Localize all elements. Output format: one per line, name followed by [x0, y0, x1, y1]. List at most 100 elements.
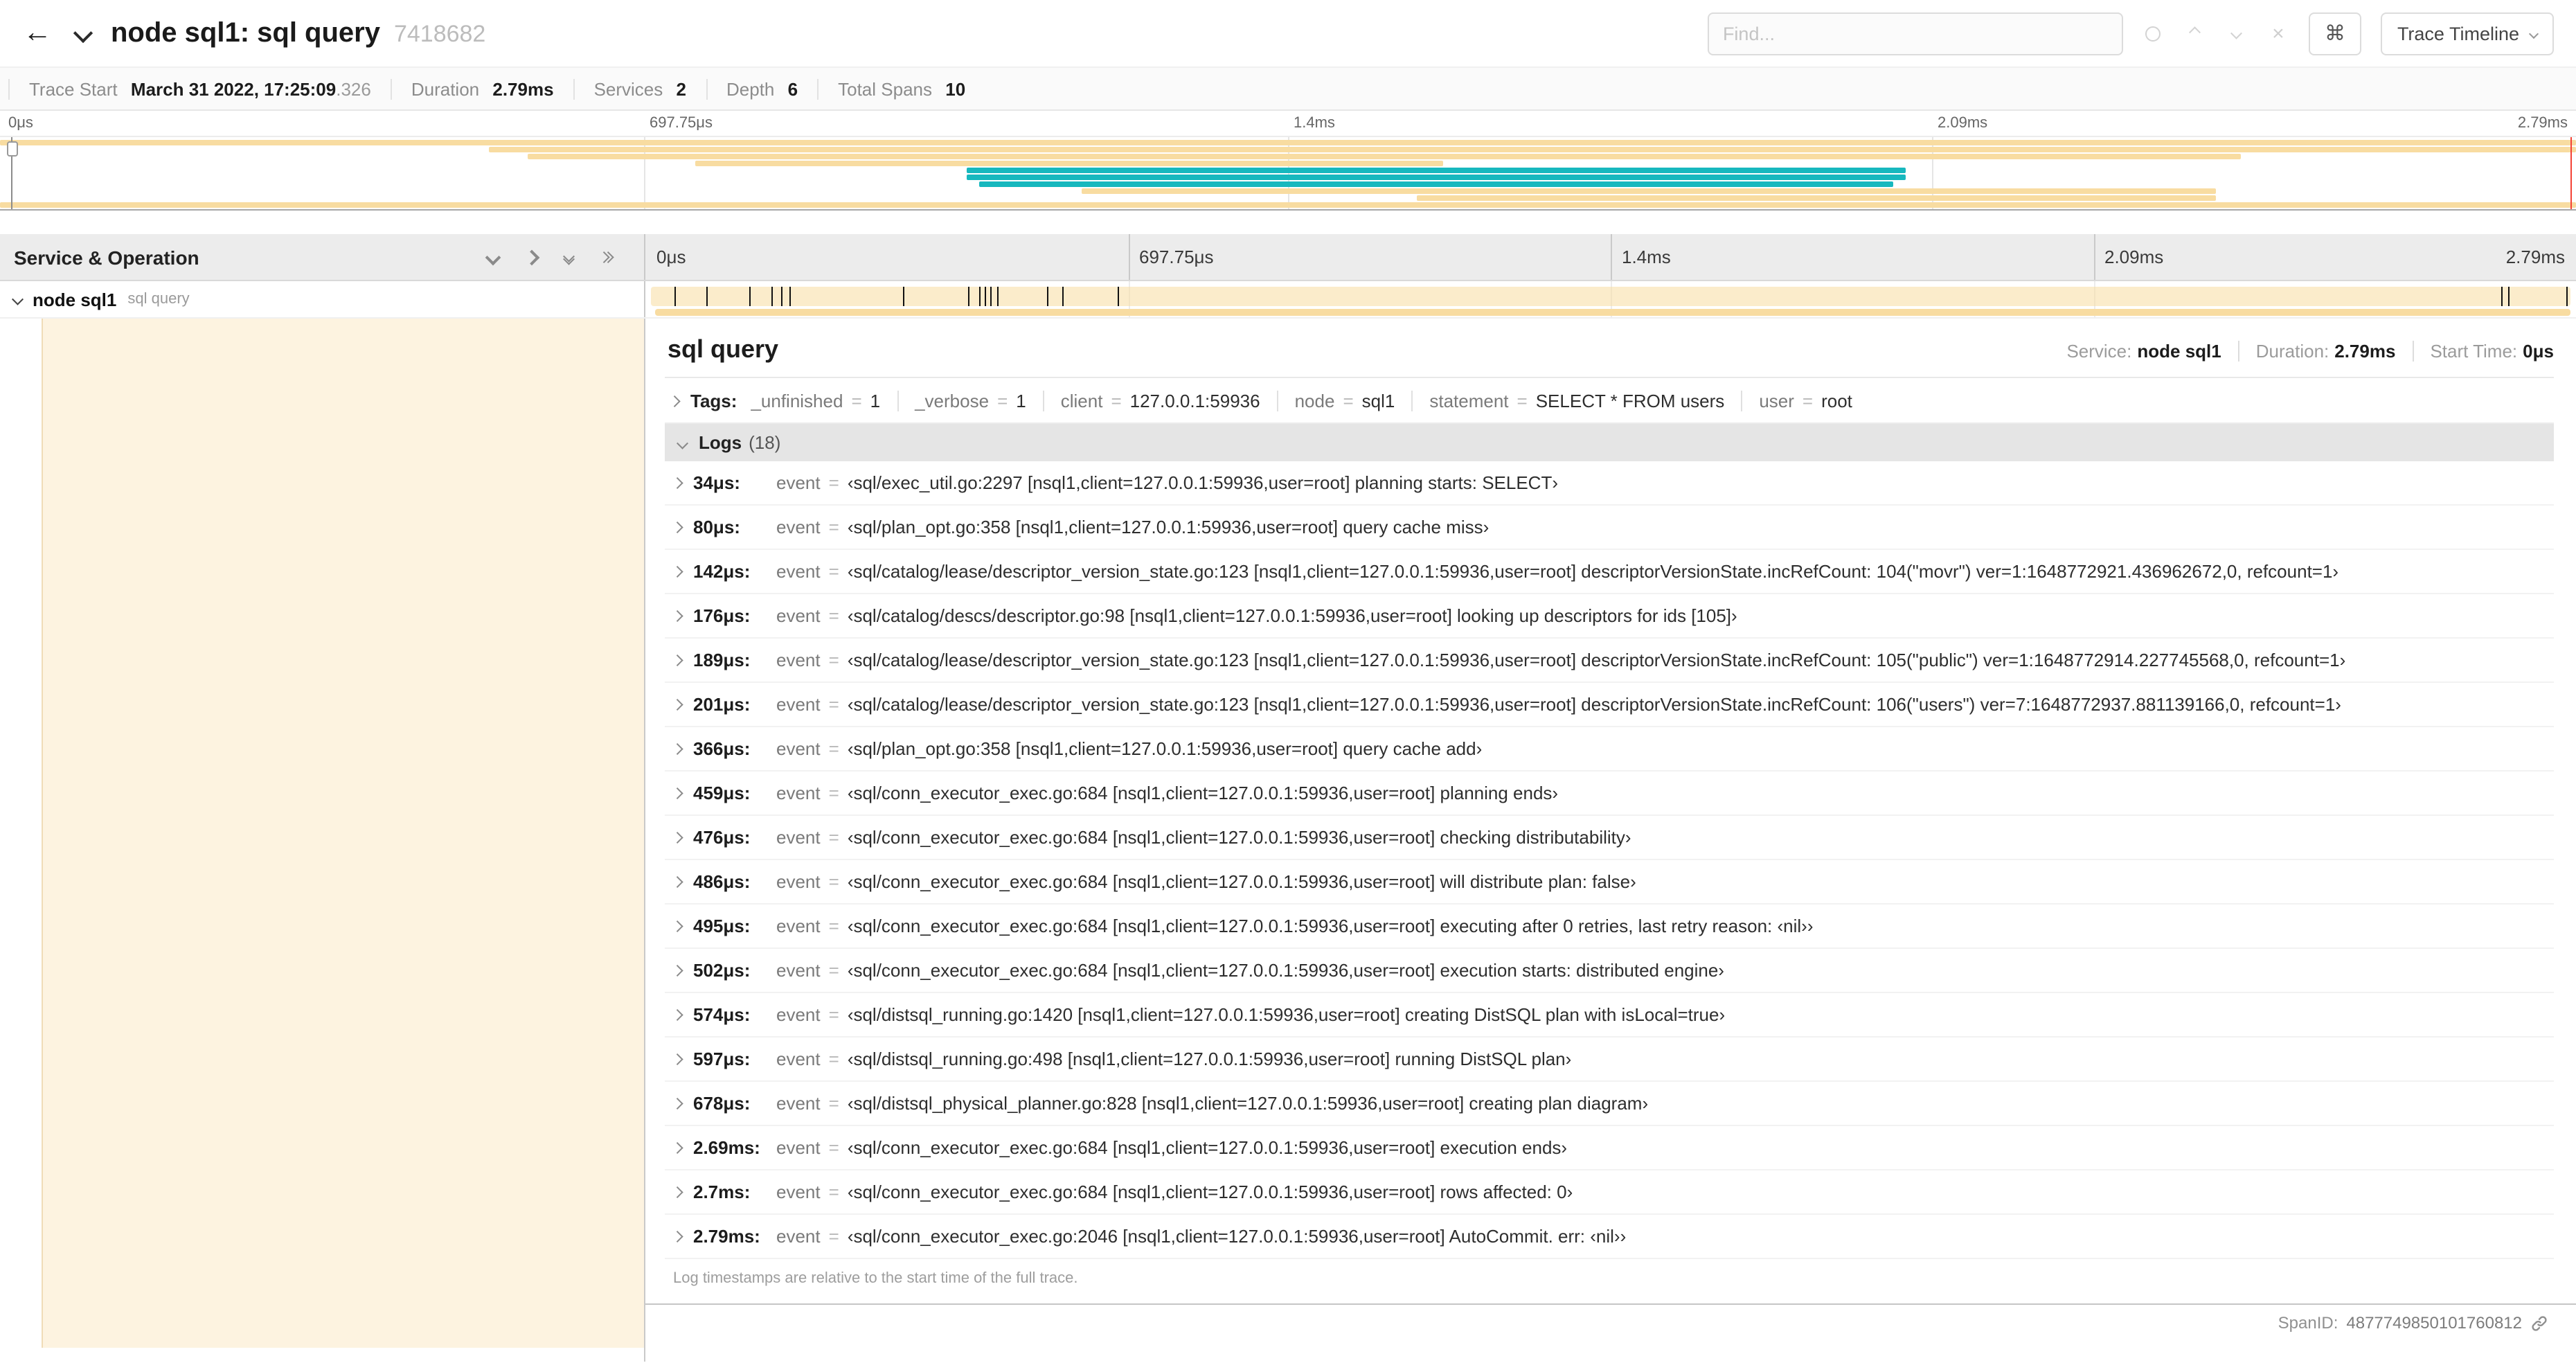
log-timestamp: 366μs: — [693, 738, 751, 759]
logs-list: 34μs: event = ‹sql/exec_util.go:2297 [nsql… — [665, 461, 2554, 1259]
chevron-right-icon — [523, 249, 539, 265]
summary-item: Services 2 — [573, 78, 706, 99]
minimap-span-bar — [695, 161, 1443, 166]
log-field: event = ‹sql/catalog/lease/descriptor_vers… — [776, 560, 2338, 583]
span-detail-card: sql query Service: node sql1 Duration: 2.7… — [645, 319, 2576, 1305]
next-span-bar-peek — [654, 309, 2570, 316]
deep-link-icon[interactable] — [2530, 1314, 2548, 1332]
locate-span-icon[interactable] — [2143, 22, 2165, 44]
log-row[interactable]: 486μs: event = ‹sql/conn_executor_exec.go:… — [665, 860, 2554, 905]
log-timestamp: 2.69ms: — [693, 1137, 760, 1158]
log-row[interactable]: 476μs: event = ‹sql/conn_executor_exec.go:… — [665, 816, 2554, 860]
trace-page-header: ← node sql1: sql query 7418682 × ⌘ Trace… — [0, 0, 2576, 66]
span-row[interactable]: node sql1 sql query — [0, 281, 2576, 319]
log-row[interactable]: 2.79ms: event = ‹sql/conn_executor_exec.go… — [665, 1215, 2554, 1259]
log-timestamp: 502μs: — [693, 960, 751, 981]
log-row[interactable]: 176μs: event = ‹sql/catalog/descs/descript… — [665, 594, 2554, 639]
log-row[interactable]: 34μs: event = ‹sql/exec_util.go:2297 [nsql… — [665, 461, 2554, 506]
tag-value: 1 — [1016, 391, 1026, 411]
minimap-span-bar — [966, 175, 1906, 180]
next-result-icon[interactable] — [2226, 22, 2248, 44]
chevron-right-icon — [671, 1231, 683, 1242]
tags-summary-row[interactable]: Tags: _unfinished = 1 _verbose = 1 clien… — [665, 378, 2554, 424]
scrubber-handle[interactable] — [6, 141, 18, 157]
minimap-span-bar — [0, 140, 2576, 145]
log-field: event = ‹sql/conn_executor_exec.go:684 [ns… — [776, 781, 1558, 805]
timeline-tick-label: 697.75μs — [1139, 247, 1214, 267]
log-value: ‹sql/distsql_running.go:1420 [nsql1,clie… — [847, 1004, 1726, 1025]
span-name-cell[interactable]: node sql1 sql query — [0, 281, 645, 317]
expand-one-button[interactable] — [484, 249, 501, 265]
summary-value: 2.79ms — [492, 78, 554, 99]
log-row[interactable]: 2.7ms: event = ‹sql/conn_executor_exec.go:… — [665, 1170, 2554, 1215]
trace-page: ← node sql1: sql query 7418682 × ⌘ Trace… — [0, 0, 2576, 1363]
start-time-label: Start Time: — [2430, 341, 2518, 362]
log-value: ‹sql/catalog/descs/descriptor.go:98 [nsq… — [847, 605, 1737, 626]
log-key: event — [776, 1004, 821, 1025]
collapse-one-button[interactable] — [523, 249, 539, 265]
span-bar[interactable] — [651, 287, 2570, 306]
keyboard-shortcuts-button[interactable]: ⌘ — [2308, 12, 2361, 55]
log-row[interactable]: 597μs: event = ‹sql/distsql_running.go:498… — [665, 1037, 2554, 1082]
log-key: event — [776, 960, 821, 981]
tags-list: _unfinished = 1 _verbose = 1 client = 127.0.0.… — [751, 391, 1868, 411]
log-row[interactable]: 189μs: event = ‹sql/catalog/lease/descript… — [665, 639, 2554, 683]
log-value: ‹sql/distsql_running.go:498 [nsql1,clien… — [847, 1049, 1572, 1069]
timeline-tick-label: 2.09ms — [2104, 247, 2164, 267]
summary-item: Duration 2.79ms — [390, 78, 573, 99]
service-name: node sql1 — [33, 289, 117, 310]
trace-view-selector[interactable]: Trace Timeline — [2380, 12, 2554, 55]
log-equals: = — [828, 871, 839, 892]
start-time-value: 0μs — [2523, 341, 2554, 362]
log-row[interactable]: 678μs: event = ‹sql/distsql_physical_plann… — [665, 1082, 2554, 1126]
span-timeline-cell[interactable] — [645, 281, 2576, 317]
left-scrubber[interactable] — [6, 137, 18, 209]
log-row[interactable]: 201μs: event = ‹sql/catalog/lease/descript… — [665, 683, 2554, 727]
log-row[interactable]: 459μs: event = ‹sql/conn_executor_exec.go:… — [665, 772, 2554, 816]
log-row[interactable]: 574μs: event = ‹sql/distsql_running.go:142… — [665, 993, 2554, 1037]
log-equals: = — [828, 1004, 839, 1025]
expand-all-button[interactable] — [562, 249, 575, 265]
log-row[interactable]: 502μs: event = ‹sql/conn_executor_exec.go:… — [665, 949, 2554, 993]
tag-equals: = — [1111, 391, 1122, 411]
minimap-span-bar — [978, 181, 1894, 187]
tag-equals: = — [851, 391, 862, 411]
service-label: Service: — [2066, 341, 2132, 362]
span-duration: Duration: 2.79ms — [2237, 341, 2413, 362]
find-input[interactable] — [1707, 12, 2123, 55]
log-field: event = ‹sql/conn_executor_exec.go:684 [ns… — [776, 1180, 1573, 1204]
log-marker-tick — [985, 287, 987, 306]
log-row[interactable]: 2.69ms: event = ‹sql/conn_executor_exec.go… — [665, 1126, 2554, 1170]
prev-result-icon[interactable] — [2184, 22, 2206, 44]
chevron-right-icon — [671, 743, 683, 754]
span-id-label: SpanID: — [2278, 1313, 2338, 1333]
log-equals: = — [828, 561, 839, 582]
log-row[interactable]: 366μs: event = ‹sql/plan_opt.go:358 [nsql1… — [665, 727, 2554, 772]
tag-value: sql1 — [1361, 391, 1395, 411]
log-equals: = — [828, 1226, 839, 1247]
log-timestamp: 486μs: — [693, 871, 751, 892]
summary-label: Total Spans — [838, 78, 932, 99]
collapse-trace-header-button[interactable] — [72, 23, 94, 44]
log-row[interactable]: 80μs: event = ‹sql/plan_opt.go:358 [nsql1,… — [665, 506, 2554, 550]
tag-equals: = — [1343, 391, 1354, 411]
timeline-axis: 0μs 697.75μs 1.4ms 2.09ms 2.79ms — [645, 234, 2576, 280]
log-value: ‹sql/conn_executor_exec.go:2046 [nsql1,c… — [847, 1226, 1627, 1247]
back-button[interactable]: ← — [14, 10, 61, 57]
summary-suffix: .326 — [336, 78, 371, 99]
log-key: event — [776, 1226, 821, 1247]
logs-header[interactable]: Logs (18) — [665, 424, 2554, 461]
log-field: event = ‹sql/exec_util.go:2297 [nsql1,clie… — [776, 471, 1558, 495]
clear-search-icon[interactable]: × — [2267, 21, 2289, 45]
collapse-all-button[interactable] — [597, 251, 614, 264]
timeline-tick-label: 2.79ms — [2505, 247, 2565, 267]
log-equals: = — [828, 605, 839, 626]
minimap-chart[interactable] — [0, 136, 2576, 211]
log-field: event = ‹sql/conn_executor_exec.go:684 [ns… — [776, 870, 1636, 893]
log-row[interactable]: 142μs: event = ‹sql/catalog/lease/descript… — [665, 550, 2554, 594]
log-key: event — [776, 1137, 821, 1158]
chevron-right-icon — [671, 832, 683, 843]
header-controls: × ⌘ Trace Timeline — [1707, 12, 2554, 55]
log-row[interactable]: 495μs: event = ‹sql/conn_executor_exec.go:… — [665, 905, 2554, 949]
span-detail-header[interactable]: sql query Service: node sql1 Duration: 2.7… — [665, 335, 2554, 378]
